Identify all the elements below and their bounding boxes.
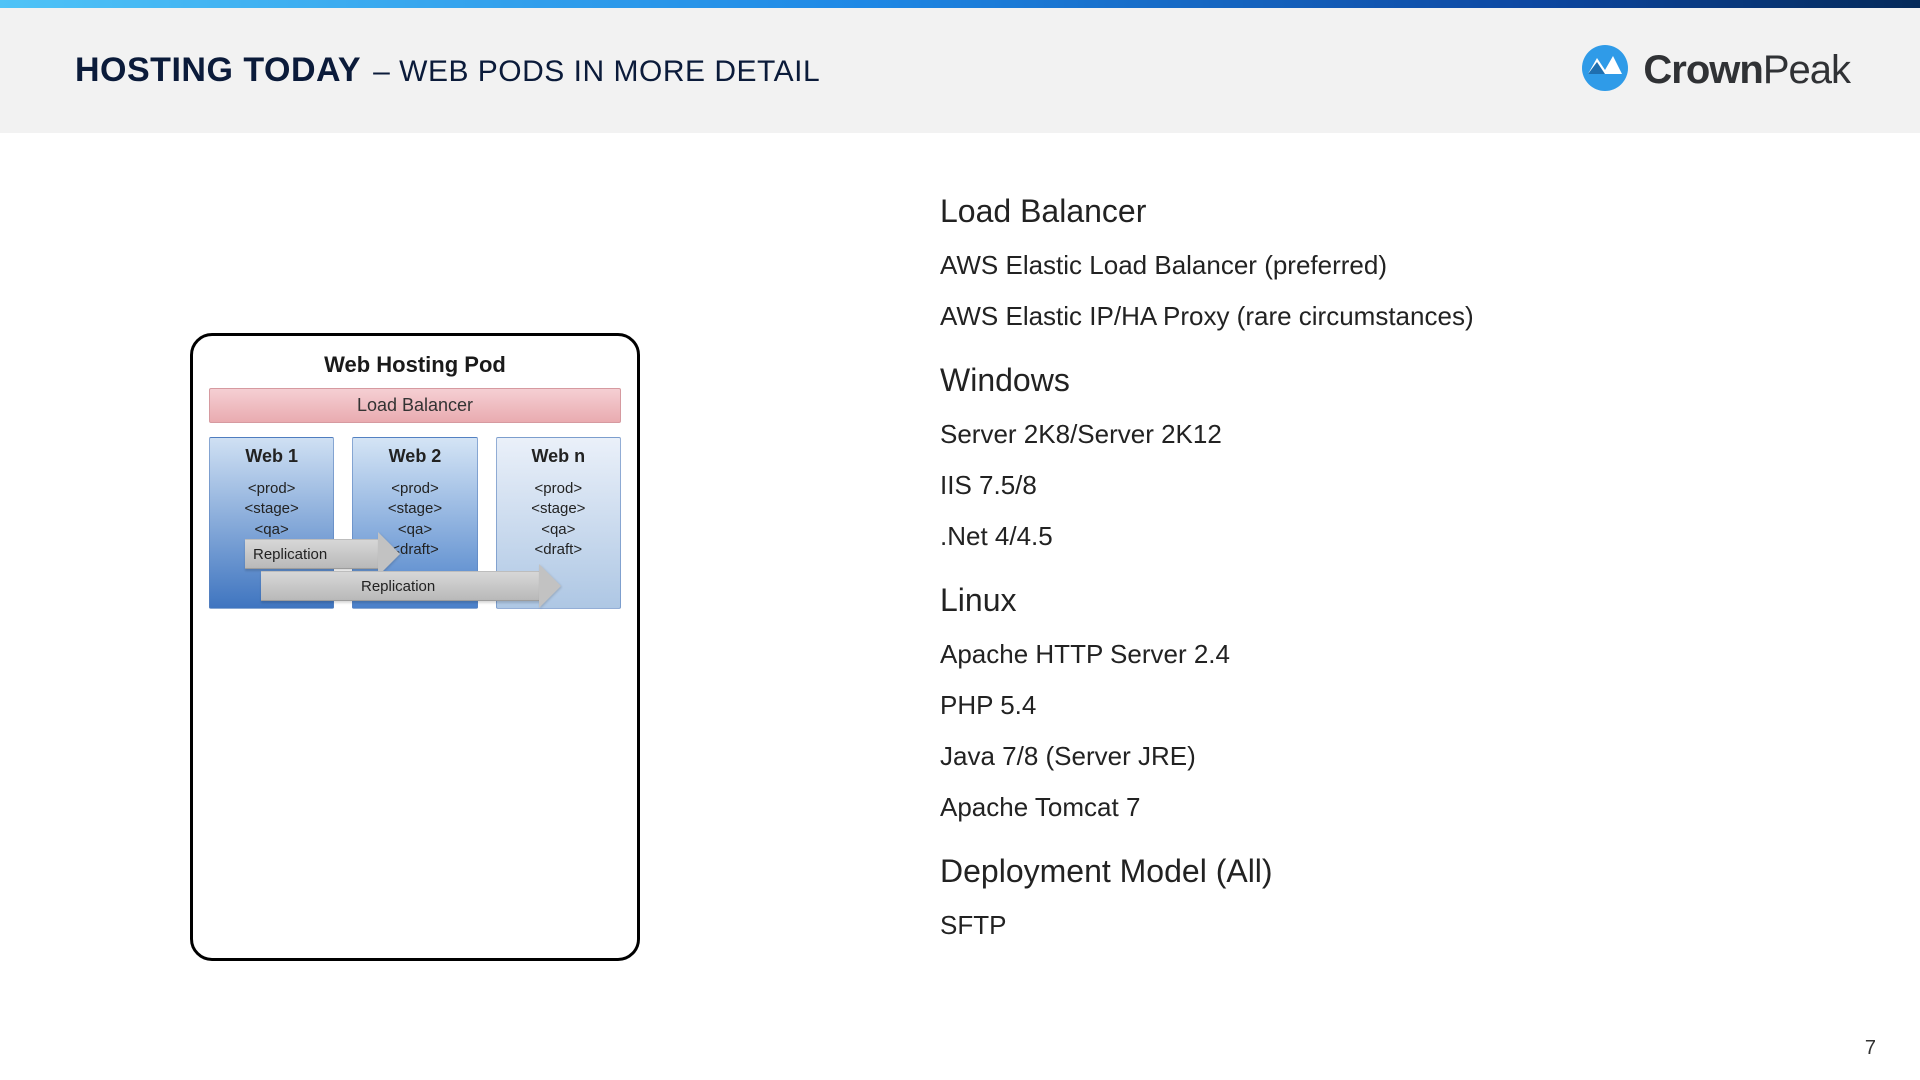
section-item: Apache HTTP Server 2.4 — [940, 639, 1474, 670]
env: <stage> — [503, 499, 614, 519]
server-name: Web n — [503, 446, 614, 467]
top-gradient-strip — [0, 0, 1920, 8]
env: <qa> — [359, 520, 470, 540]
section-title: Deployment Model (All) — [940, 853, 1474, 890]
load-balancer-bar: Load Balancer — [209, 388, 621, 423]
slide-title: HOSTING TODAY – WEB PODS IN MORE DETAIL — [75, 51, 820, 90]
env: <stage> — [359, 499, 470, 519]
env: <prod> — [216, 479, 327, 499]
replication-arrow-1: Replication — [245, 539, 380, 569]
section-item: IIS 7.5/8 — [940, 470, 1474, 501]
section-item: Server 2K8/Server 2K12 — [940, 419, 1474, 450]
section-item: Apache Tomcat 7 — [940, 792, 1474, 823]
replication-label: Replication — [261, 578, 435, 595]
header-band: HOSTING TODAY – WEB PODS IN MORE DETAIL … — [0, 8, 1920, 133]
section-item: SFTP — [940, 910, 1474, 941]
logo-word-strong: Crown — [1643, 48, 1762, 92]
env: <qa> — [503, 520, 614, 540]
slide-title-bold: HOSTING TODAY — [75, 51, 361, 90]
server-name: Web 2 — [359, 446, 470, 467]
replication-arrow-2: Replication — [261, 571, 541, 601]
env: <prod> — [503, 479, 614, 499]
section-item: Java 7/8 (Server JRE) — [940, 741, 1474, 772]
crownpeak-logo: CrownPeak — [1581, 44, 1850, 97]
server-name: Web 1 — [216, 446, 327, 467]
web-hosting-pod-diagram: Web Hosting Pod Load Balancer Web 1 <pro… — [190, 333, 640, 961]
section-title: Windows — [940, 362, 1474, 399]
logo-word-thin: Peak — [1763, 48, 1850, 92]
section-item: AWS Elastic Load Balancer (preferred) — [940, 250, 1474, 281]
slide-title-rest: – WEB PODS IN MORE DETAIL — [373, 55, 820, 89]
server-env: <prod> <stage> <qa> <draft> — [503, 479, 614, 560]
env: <qa> — [216, 520, 327, 540]
replication-label: Replication — [245, 546, 327, 563]
crownpeak-logo-text: CrownPeak — [1643, 48, 1850, 93]
crownpeak-logo-icon — [1581, 44, 1629, 97]
section-title: Linux — [940, 582, 1474, 619]
server-row: Web 1 <prod> <stage> <qa> <draft> Web 2 … — [209, 437, 621, 609]
section-item: .Net 4/4.5 — [940, 521, 1474, 552]
section-item: PHP 5.4 — [940, 690, 1474, 721]
section-title: Load Balancer — [940, 193, 1474, 230]
section-item: AWS Elastic IP/HA Proxy (rare circumstan… — [940, 301, 1474, 332]
env: <draft> — [503, 540, 614, 560]
slide-body: Web Hosting Pod Load Balancer Web 1 <pro… — [0, 133, 1920, 961]
page-number: 7 — [1865, 1037, 1876, 1060]
env: <stage> — [216, 499, 327, 519]
pod-title: Web Hosting Pod — [209, 352, 621, 378]
content-column: Load Balancer AWS Elastic Load Balancer … — [940, 193, 1474, 961]
env: <prod> — [359, 479, 470, 499]
